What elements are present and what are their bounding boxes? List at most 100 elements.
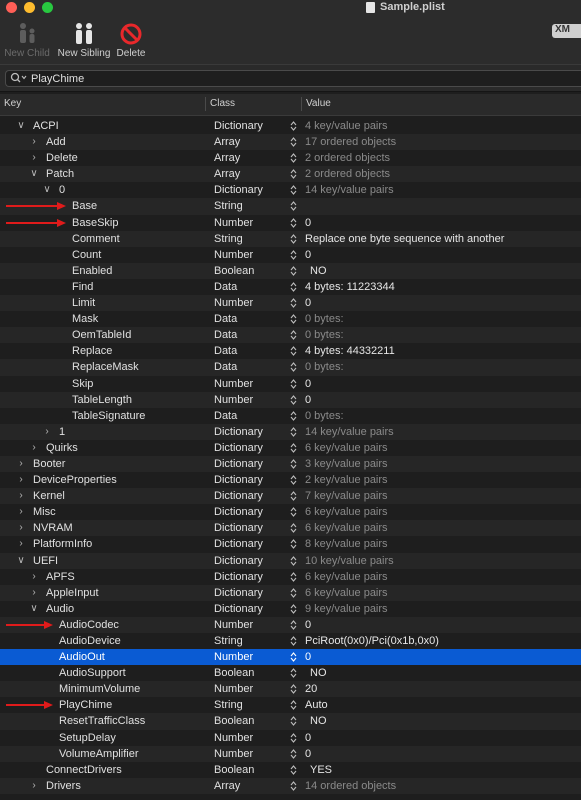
outline-row[interactable]: ConnectDrivers Boolean YES xyxy=(0,762,581,778)
updown-stepper-icon[interactable] xyxy=(290,571,297,582)
row-value[interactable]: 6 key/value pairs xyxy=(305,585,388,601)
outline-row[interactable]: VolumeAmplifier Number 0 xyxy=(0,745,581,762)
updown-stepper-icon[interactable] xyxy=(290,636,297,646)
outline-row[interactable]: ReplaceMask Data 0 bytes: xyxy=(0,359,581,376)
outline-row[interactable]: ∨ ACPI Dictionary 4 key/value pairs xyxy=(0,118,581,134)
disclosure-collapsed-icon[interactable]: › xyxy=(29,440,39,456)
updown-stepper-icon[interactable] xyxy=(290,394,297,405)
row-class[interactable]: Number xyxy=(214,392,253,408)
disclosure-collapsed-icon[interactable]: › xyxy=(16,520,26,536)
row-key[interactable]: PlatformInfo xyxy=(33,536,92,552)
row-value[interactable]: 6 key/value pairs xyxy=(305,569,388,585)
row-key[interactable]: Patch xyxy=(46,166,74,182)
row-key[interactable]: Mask xyxy=(72,311,98,327)
outline-row[interactable]: AudioDevice String PciRoot(0x0)/Pci(0x1b,0… xyxy=(0,633,581,649)
column-divider[interactable] xyxy=(205,97,206,111)
row-class[interactable]: Dictionary xyxy=(214,118,263,134)
outline-row[interactable]: Enabled Boolean NO xyxy=(0,262,581,279)
row-value[interactable]: YES xyxy=(310,762,332,778)
outline-row[interactable]: Skip Number 0 xyxy=(0,376,581,392)
row-key[interactable]: ResetTrafficClass xyxy=(59,713,145,729)
row-key[interactable]: APFS xyxy=(46,569,75,585)
row-value[interactable]: 17 ordered objects xyxy=(305,134,396,150)
row-key[interactable]: AudioDevice xyxy=(59,633,121,649)
outline-row[interactable]: MinimumVolume Number 20 xyxy=(0,681,581,698)
row-class[interactable]: Number xyxy=(214,247,253,263)
row-value[interactable]: 0 xyxy=(305,376,311,392)
disclosure-expanded-icon[interactable]: ∨ xyxy=(16,553,26,569)
row-value[interactable]: 4 bytes: 11223344 xyxy=(305,279,395,295)
close-window-button[interactable] xyxy=(6,2,17,13)
updown-stepper-icon[interactable] xyxy=(290,362,297,373)
outline-row[interactable]: ∨ Audio Dictionary 9 key/value pairs xyxy=(0,601,581,617)
row-key[interactable]: AudioCodec xyxy=(59,617,119,633)
row-value[interactable]: 14 ordered objects xyxy=(305,778,396,794)
outline-row[interactable]: › Booter Dictionary 3 key/value pairs xyxy=(0,455,581,473)
outline-row[interactable]: › Delete Array 2 ordered objects xyxy=(0,150,581,166)
row-key[interactable]: AppleInput xyxy=(46,585,99,601)
updown-stepper-icon[interactable] xyxy=(290,265,297,276)
row-class[interactable]: Dictionary xyxy=(214,504,263,520)
row-key[interactable]: AudioSupport xyxy=(59,665,126,681)
row-class[interactable]: Dictionary xyxy=(214,424,263,440)
search-field[interactable] xyxy=(5,70,581,87)
row-value[interactable]: 0 bytes: xyxy=(305,327,344,343)
row-key[interactable]: DeviceProperties xyxy=(33,472,117,488)
row-value[interactable]: 0 bytes: xyxy=(305,311,344,327)
row-key[interactable]: Base xyxy=(72,198,97,214)
class-column-header[interactable]: Class xyxy=(210,98,235,109)
disclosure-collapsed-icon[interactable]: › xyxy=(29,134,39,150)
outline-row[interactable]: AudioCodec Number 0 xyxy=(0,616,581,633)
row-class[interactable]: Dictionary xyxy=(214,536,263,552)
updown-stepper-icon[interactable] xyxy=(290,201,297,212)
row-key[interactable]: UEFI xyxy=(33,553,58,569)
row-class[interactable]: Boolean xyxy=(214,665,254,681)
updown-stepper-icon[interactable] xyxy=(290,459,297,469)
updown-stepper-icon[interactable] xyxy=(290,764,297,775)
outline-row[interactable]: › PlatformInfo Dictionary 8 key/value pairs xyxy=(0,536,581,552)
outline-row[interactable]: ∨ UEFI Dictionary 10 key/value pairs xyxy=(0,552,581,569)
updown-stepper-icon[interactable] xyxy=(290,507,297,518)
outline-row[interactable]: TableSignature Data 0 bytes: xyxy=(0,408,581,424)
row-key[interactable]: Enabled xyxy=(72,263,112,279)
row-key[interactable]: Comment xyxy=(72,231,120,247)
row-key[interactable]: 0 xyxy=(59,182,65,198)
outline-row[interactable]: › Drivers Array 14 ordered objects xyxy=(0,777,581,794)
updown-stepper-icon[interactable] xyxy=(290,426,297,437)
outline-row[interactable]: › APFS Dictionary 6 key/value pairs xyxy=(0,569,581,585)
row-key[interactable]: Audio xyxy=(46,601,74,617)
row-class[interactable]: Array xyxy=(214,778,240,794)
disclosure-collapsed-icon[interactable]: › xyxy=(16,504,26,520)
row-class[interactable]: Dictionary xyxy=(214,440,263,456)
updown-stepper-icon[interactable] xyxy=(290,137,297,147)
outline-row[interactable]: Replace Data 4 bytes: 44332211 xyxy=(0,343,581,359)
row-key[interactable]: Delete xyxy=(46,150,78,166)
outline-row[interactable]: AudioOut Number 0 xyxy=(0,649,581,666)
row-key[interactable]: Count xyxy=(72,247,101,263)
row-class[interactable]: Dictionary xyxy=(214,520,263,536)
row-key[interactable]: Skip xyxy=(72,376,93,392)
row-value[interactable]: 6 key/value pairs xyxy=(305,440,388,456)
search-icon[interactable] xyxy=(10,72,28,87)
row-key[interactable]: SetupDelay xyxy=(59,730,116,746)
column-divider[interactable] xyxy=(301,97,302,111)
outline-row[interactable]: › AppleInput Dictionary 6 key/value pairs xyxy=(0,584,581,601)
outline-row[interactable]: PlayChime String Auto xyxy=(0,697,581,713)
format-button[interactable]: XM xyxy=(552,24,581,38)
row-key[interactable]: Misc xyxy=(33,504,56,520)
outline-row[interactable]: › Misc Dictionary 6 key/value pairs xyxy=(0,504,581,520)
disclosure-expanded-icon[interactable]: ∨ xyxy=(16,118,26,134)
disclosure-collapsed-icon[interactable]: › xyxy=(16,536,26,552)
row-class[interactable]: Number xyxy=(214,376,253,392)
row-value[interactable]: PciRoot(0x0)/Pci(0x1b,0x0) xyxy=(305,633,439,649)
row-key[interactable]: PlayChime xyxy=(59,697,112,713)
outline-row[interactable]: TableLength Number 0 xyxy=(0,391,581,408)
outline-row[interactable]: Mask Data 0 bytes: xyxy=(0,311,581,327)
updown-stepper-icon[interactable] xyxy=(290,684,297,695)
updown-stepper-icon[interactable] xyxy=(290,121,297,131)
row-class[interactable]: Data xyxy=(214,279,237,295)
row-class[interactable]: Data xyxy=(214,408,237,424)
row-key[interactable]: Drivers xyxy=(46,778,81,794)
updown-stepper-icon[interactable] xyxy=(290,700,297,711)
row-key[interactable]: BaseSkip xyxy=(72,215,118,231)
